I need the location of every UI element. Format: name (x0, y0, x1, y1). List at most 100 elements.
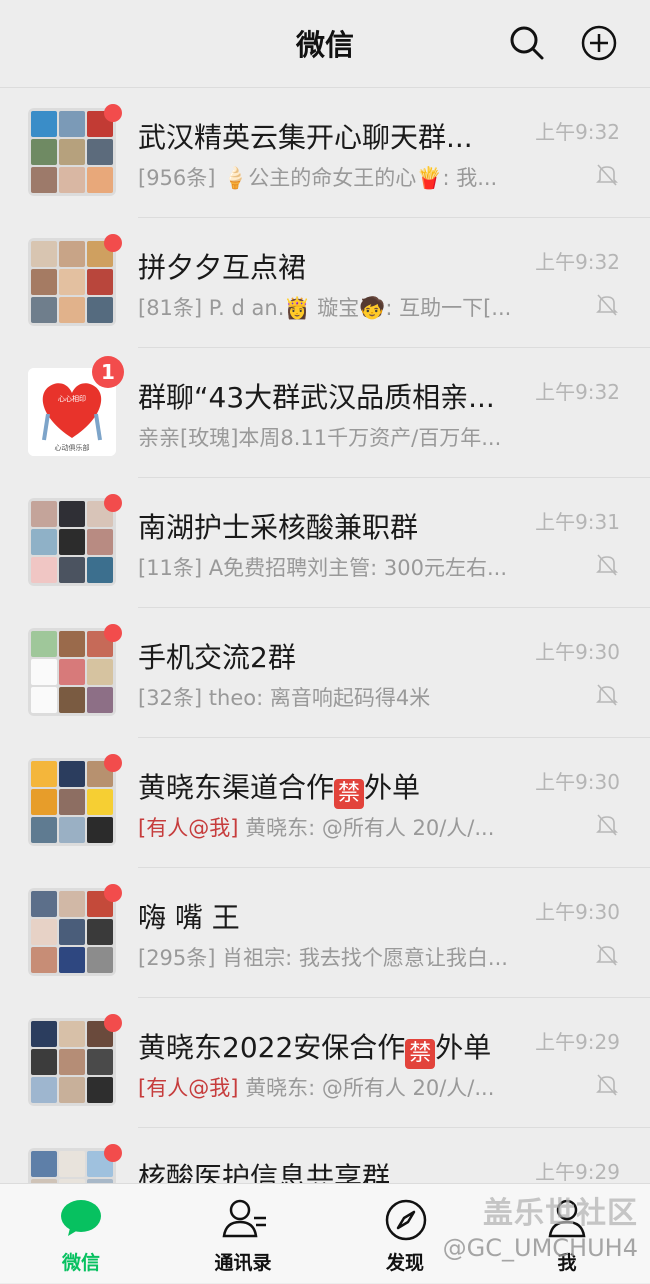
member-avatar (31, 139, 57, 165)
member-avatar (31, 789, 57, 815)
chat-name: 核酸医护信息共享群 (138, 1161, 391, 1183)
add-button[interactable] (580, 24, 618, 62)
chat-row[interactable]: 手机交流2群 [32条] theo: 离音响起码得4米 上午9:30 (0, 608, 650, 738)
group-avatar (28, 1148, 116, 1183)
tab-label: 通讯录 (214, 1252, 272, 1274)
chat-preview-text: 黄晓东: @所有人 20/人/... (238, 1076, 495, 1100)
chat-row[interactable]: 黄晓东渠道合作禁外单 [有人@我] 黄晓东: @所有人 20/人/... 上午9… (0, 738, 650, 868)
chat-time: 上午9:30 (535, 770, 620, 794)
member-avatar (87, 1049, 113, 1075)
member-avatar (87, 659, 113, 685)
heart-text-top: 心心相印 (58, 394, 86, 403)
chat-list[interactable]: 武汉精英云集开心聊天群... [956条] 🍦公主的命女王的心🍟: 我... 上… (0, 88, 650, 1183)
plus-circle-icon (581, 25, 617, 61)
chat-row[interactable]: 核酸医护信息共享群 上午9:29 (0, 1128, 650, 1183)
unread-dot (104, 234, 122, 252)
member-avatar (59, 687, 85, 713)
chat-name-text: 外单 (364, 771, 421, 804)
group-avatar (28, 238, 116, 326)
member-avatar (31, 1049, 57, 1075)
search-icon (510, 26, 544, 60)
member-avatar (59, 659, 85, 685)
member-avatar (59, 557, 85, 583)
member-avatar (87, 167, 113, 193)
ban-emoji: 禁 (405, 1039, 436, 1069)
chat-time: 上午9:30 (535, 640, 620, 664)
top-bar: 微信 (0, 0, 650, 88)
member-avatar (31, 269, 57, 295)
ban-emoji: 禁 (334, 779, 365, 809)
member-avatar (59, 817, 85, 843)
chat-name: 黄晓东2022安保合作禁外单 (138, 1026, 518, 1069)
chat-row[interactable]: 黄晓东2022安保合作禁外单 [有人@我] 黄晓东: @所有人 20/人/...… (0, 998, 650, 1128)
chat-row[interactable]: 心心相印 心动俱乐部 1 群聊“43大群武汉品质相亲... 亲亲[玫瑰]本周8.… (0, 348, 650, 478)
member-avatar (59, 919, 85, 945)
member-avatar (59, 167, 85, 193)
chat-preview: [有人@我] 黄晓东: @所有人 20/人/... (138, 1072, 518, 1102)
chat-name: 拼夕夕互点裙 (138, 251, 307, 284)
member-avatar (87, 789, 113, 815)
member-avatar (59, 241, 85, 267)
chat-time: 上午9:29 (535, 1030, 620, 1054)
member-avatar (87, 557, 113, 583)
chat-name: 黄晓东渠道合作禁外单 (138, 766, 518, 809)
watermark-handle: @GC_UMCHUH4 (442, 1234, 638, 1262)
member-avatar (87, 817, 113, 843)
member-avatar (59, 631, 85, 657)
member-avatar (59, 891, 85, 917)
mute-bell-icon (596, 294, 618, 316)
member-avatar (31, 919, 57, 945)
group-avatar (28, 758, 116, 846)
chat-preview: [81条] P. d an.👸 璇宝🧒: 互助一下[... (138, 296, 512, 320)
member-avatar (31, 557, 57, 583)
member-avatar (87, 139, 113, 165)
chat-preview: 亲亲[玫瑰]本周8.11千万资产/百万年... (138, 426, 502, 450)
member-avatar (31, 111, 57, 137)
chat-time: 上午9:31 (535, 510, 620, 534)
member-avatar (87, 297, 113, 323)
unread-dot (104, 494, 122, 512)
tab-chats[interactable]: 微信 (0, 1184, 162, 1284)
member-avatar (59, 269, 85, 295)
member-avatar (59, 297, 85, 323)
member-avatar (31, 241, 57, 267)
member-avatar (59, 761, 85, 787)
chat-row[interactable]: 拼夕夕互点裙 [81条] P. d an.👸 璇宝🧒: 互助一下[... 上午9… (0, 218, 650, 348)
chat-name-text: 黄晓东2022安保合作 (138, 1031, 406, 1064)
mute-bell-icon (596, 1074, 618, 1096)
unread-count-badge: 1 (92, 356, 124, 388)
search-button[interactable] (508, 24, 546, 62)
chat-row[interactable]: 嗨 嘴 王 [295条] 肖祖宗: 我去找个愿意让我白... 上午9:30 (0, 868, 650, 998)
unread-dot (104, 104, 122, 122)
chat-time: 上午9:30 (535, 900, 620, 924)
chat-name-text: 黄晓东渠道合作 (138, 771, 335, 804)
contacts-icon (222, 1199, 266, 1238)
page-title: 微信 (295, 28, 354, 62)
member-avatar (31, 297, 57, 323)
compass-icon (385, 1199, 427, 1241)
chat-row[interactable]: 武汉精英云集开心聊天群... [956条] 🍦公主的命女王的心🍟: 我... 上… (0, 88, 650, 218)
chat-name: 南湖护士采核酸兼职群 (138, 511, 419, 544)
member-avatar (59, 1021, 85, 1047)
unread-dot (104, 884, 122, 902)
group-avatar (28, 498, 116, 586)
member-avatar (31, 167, 57, 193)
group-avatar (28, 628, 116, 716)
chat-name: 群聊“43大群武汉品质相亲... (138, 381, 495, 414)
chat-time: 上午9:32 (535, 120, 620, 144)
member-avatar (59, 1049, 85, 1075)
unread-dot (104, 754, 122, 772)
chat-preview: [11条] A免费招聘刘主管: 300元左右... (138, 556, 508, 580)
chat-preview-text: 黄晓东: @所有人 20/人/... (238, 816, 495, 840)
chat-name: 嗨 嘴 王 (138, 901, 240, 934)
chat-row[interactable]: 南湖护士采核酸兼职群 [11条] A免费招聘刘主管: 300元左右... 上午9… (0, 478, 650, 608)
member-avatar (87, 687, 113, 713)
chat-preview: [32条] theo: 离音响起码得4米 (138, 686, 431, 710)
group-avatar (28, 108, 116, 196)
member-avatar (59, 789, 85, 815)
member-avatar (87, 529, 113, 555)
chat-time: 上午9:29 (535, 1160, 620, 1183)
tab-contacts[interactable]: 通讯录 (162, 1184, 324, 1284)
mention-tag: [有人@我] (138, 1076, 239, 1100)
member-avatar (59, 501, 85, 527)
